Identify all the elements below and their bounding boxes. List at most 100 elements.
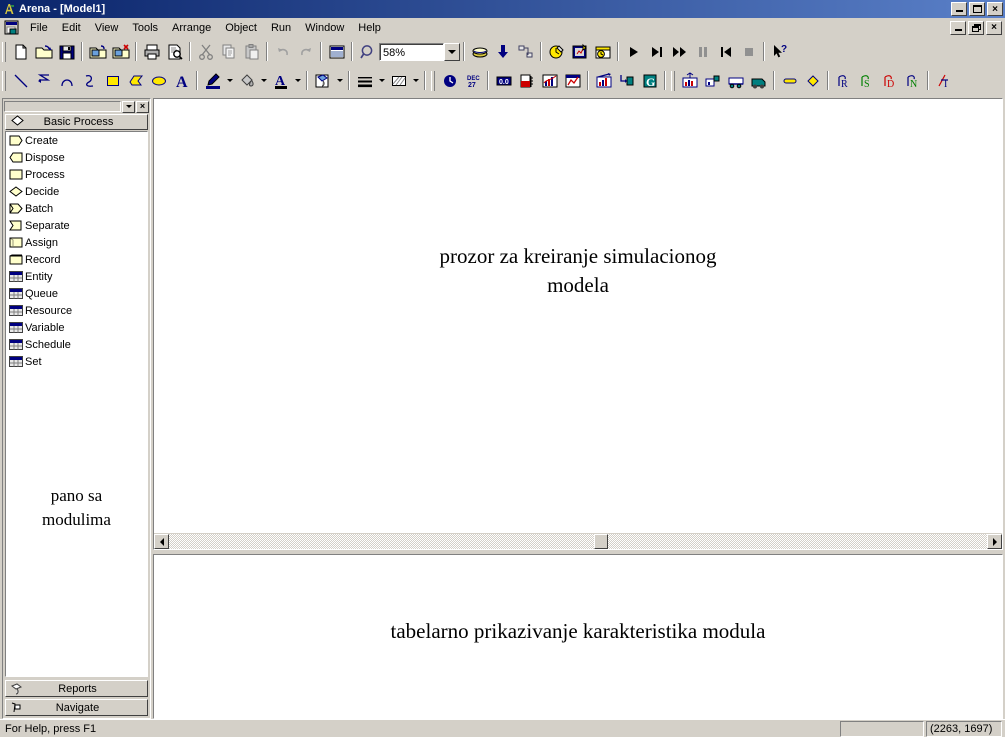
ellipse-icon[interactable]	[147, 70, 170, 92]
paste-icon[interactable]	[240, 41, 263, 63]
module-item-assign[interactable]: Assign	[6, 234, 147, 251]
reports-button[interactable]: Reports	[5, 680, 148, 697]
menu-item-arrange[interactable]: Arrange	[165, 20, 218, 36]
print-icon[interactable]	[140, 41, 163, 63]
time-icon[interactable]	[591, 41, 614, 63]
zoom-combo[interactable]: 58%	[356, 41, 460, 63]
resource-picture-icon[interactable]	[801, 70, 824, 92]
start-over-icon[interactable]	[714, 41, 737, 63]
module-item-schedule[interactable]: Schedule	[6, 336, 147, 353]
station-icon[interactable]	[678, 70, 701, 92]
text-icon[interactable]: A	[170, 70, 193, 92]
text-color-dropdown-icon[interactable]	[292, 70, 303, 92]
zoom-input[interactable]: 58%	[379, 42, 444, 61]
bezier-icon[interactable]	[78, 70, 101, 92]
module-item-resource[interactable]: Resource	[6, 302, 147, 319]
line-width-dropdown-icon[interactable]	[376, 70, 387, 92]
model-canvas[interactable]: prozor za kreiranje simulacionog modela	[154, 99, 1002, 533]
text-color-icon[interactable]: A	[269, 70, 292, 92]
animate-connectors-icon[interactable]	[568, 41, 591, 63]
scroll-left-icon[interactable]	[154, 534, 169, 549]
global-icon[interactable]: G	[638, 70, 661, 92]
panel-title-bar[interactable]: Basic Process	[5, 114, 148, 130]
project-bar-close-button[interactable]: ×	[136, 100, 149, 113]
menu-item-run[interactable]: Run	[264, 20, 298, 36]
module-item-dispose[interactable]: Dispose	[6, 149, 147, 166]
toolbar-grip[interactable]	[2, 70, 6, 91]
box-icon[interactable]	[101, 70, 124, 92]
menu-item-file[interactable]: File	[23, 20, 55, 36]
close-button[interactable]: ×	[987, 2, 1003, 16]
scrollbar-thumb[interactable]	[594, 534, 609, 549]
window-background-dropdown-icon[interactable]	[334, 70, 345, 92]
undo-icon[interactable]	[271, 41, 294, 63]
chart-icon[interactable]	[592, 70, 615, 92]
close-template-icon[interactable]	[109, 41, 132, 63]
open-folder-icon[interactable]	[32, 41, 55, 63]
document-window-icon[interactable]	[4, 20, 20, 35]
fill-color-dropdown-icon[interactable]	[258, 70, 269, 92]
submodel-down-icon[interactable]	[491, 41, 514, 63]
play-icon[interactable]	[622, 41, 645, 63]
transfer-icon[interactable]: I	[932, 70, 955, 92]
line-color-dropdown-icon[interactable]	[224, 70, 235, 92]
module-item-entity[interactable]: Entity	[6, 268, 147, 285]
zoom-icon[interactable]	[356, 41, 379, 63]
layers-icon[interactable]	[468, 41, 491, 63]
stop-icon[interactable]	[737, 41, 760, 63]
module-item-decide[interactable]: Decide	[6, 183, 147, 200]
redo-icon[interactable]	[294, 41, 317, 63]
histogram-icon[interactable]	[561, 70, 584, 92]
transporter-icon[interactable]	[747, 70, 770, 92]
menu-item-help[interactable]: Help	[351, 20, 388, 36]
menu-item-edit[interactable]: Edit	[55, 20, 88, 36]
fill-pattern-dropdown-icon[interactable]	[410, 70, 421, 92]
save-icon[interactable]	[55, 41, 78, 63]
scrollbar-track[interactable]	[169, 534, 987, 549]
report-d-icon[interactable]: D	[878, 70, 901, 92]
view-window-icon[interactable]	[325, 41, 348, 63]
level-icon[interactable]	[515, 70, 538, 92]
module-item-variable[interactable]: Variable	[6, 319, 147, 336]
maximize-button[interactable]	[969, 2, 985, 16]
report-r-icon[interactable]: R	[832, 70, 855, 92]
minimize-button[interactable]	[951, 2, 967, 16]
menu-item-window[interactable]: Window	[298, 20, 351, 36]
module-list[interactable]: Create Dispose Process Decide Batch Sepa…	[5, 131, 148, 677]
menu-item-object[interactable]: Object	[218, 20, 264, 36]
flowchart-icon[interactable]	[615, 70, 638, 92]
report-n-icon[interactable]: N	[901, 70, 924, 92]
navigate-button[interactable]: Navigate	[5, 699, 148, 716]
polygon-icon[interactable]	[124, 70, 147, 92]
open-template-icon[interactable]	[86, 41, 109, 63]
scroll-right-icon[interactable]	[987, 534, 1002, 549]
help-pointer-icon[interactable]: ?	[768, 41, 791, 63]
module-item-record[interactable]: Record	[6, 251, 147, 268]
arc-icon[interactable]	[55, 70, 78, 92]
print-preview-icon[interactable]	[163, 41, 186, 63]
toolbar-grip[interactable]	[431, 70, 435, 91]
fast-forward-icon[interactable]	[668, 41, 691, 63]
new-file-icon[interactable]	[9, 41, 32, 63]
menu-item-tools[interactable]: Tools	[125, 20, 165, 36]
module-item-batch[interactable]: Batch	[6, 200, 147, 217]
project-bar-dropdown-button[interactable]	[122, 100, 135, 113]
step-icon[interactable]	[645, 41, 668, 63]
clock-icon[interactable]	[438, 70, 461, 92]
run-setup-icon[interactable]	[545, 41, 568, 63]
module-item-process[interactable]: Process	[6, 166, 147, 183]
polyline-icon[interactable]	[32, 70, 55, 92]
window-background-icon[interactable]	[311, 70, 334, 92]
line-width-icon[interactable]	[353, 70, 376, 92]
entity-picture-icon[interactable]	[778, 70, 801, 92]
segment-icon[interactable]	[724, 70, 747, 92]
variable-icon[interactable]: 0.0	[492, 70, 515, 92]
toolbar-grip[interactable]	[671, 70, 675, 91]
child-minimize-button[interactable]	[950, 20, 966, 35]
model-horizontal-scrollbar[interactable]	[154, 533, 1002, 549]
date-icon[interactable]: DEC 27	[461, 70, 484, 92]
connect-icon[interactable]	[514, 41, 537, 63]
line-icon[interactable]	[9, 70, 32, 92]
fill-color-icon[interactable]	[235, 70, 258, 92]
toolbar-grip[interactable]	[2, 41, 6, 62]
